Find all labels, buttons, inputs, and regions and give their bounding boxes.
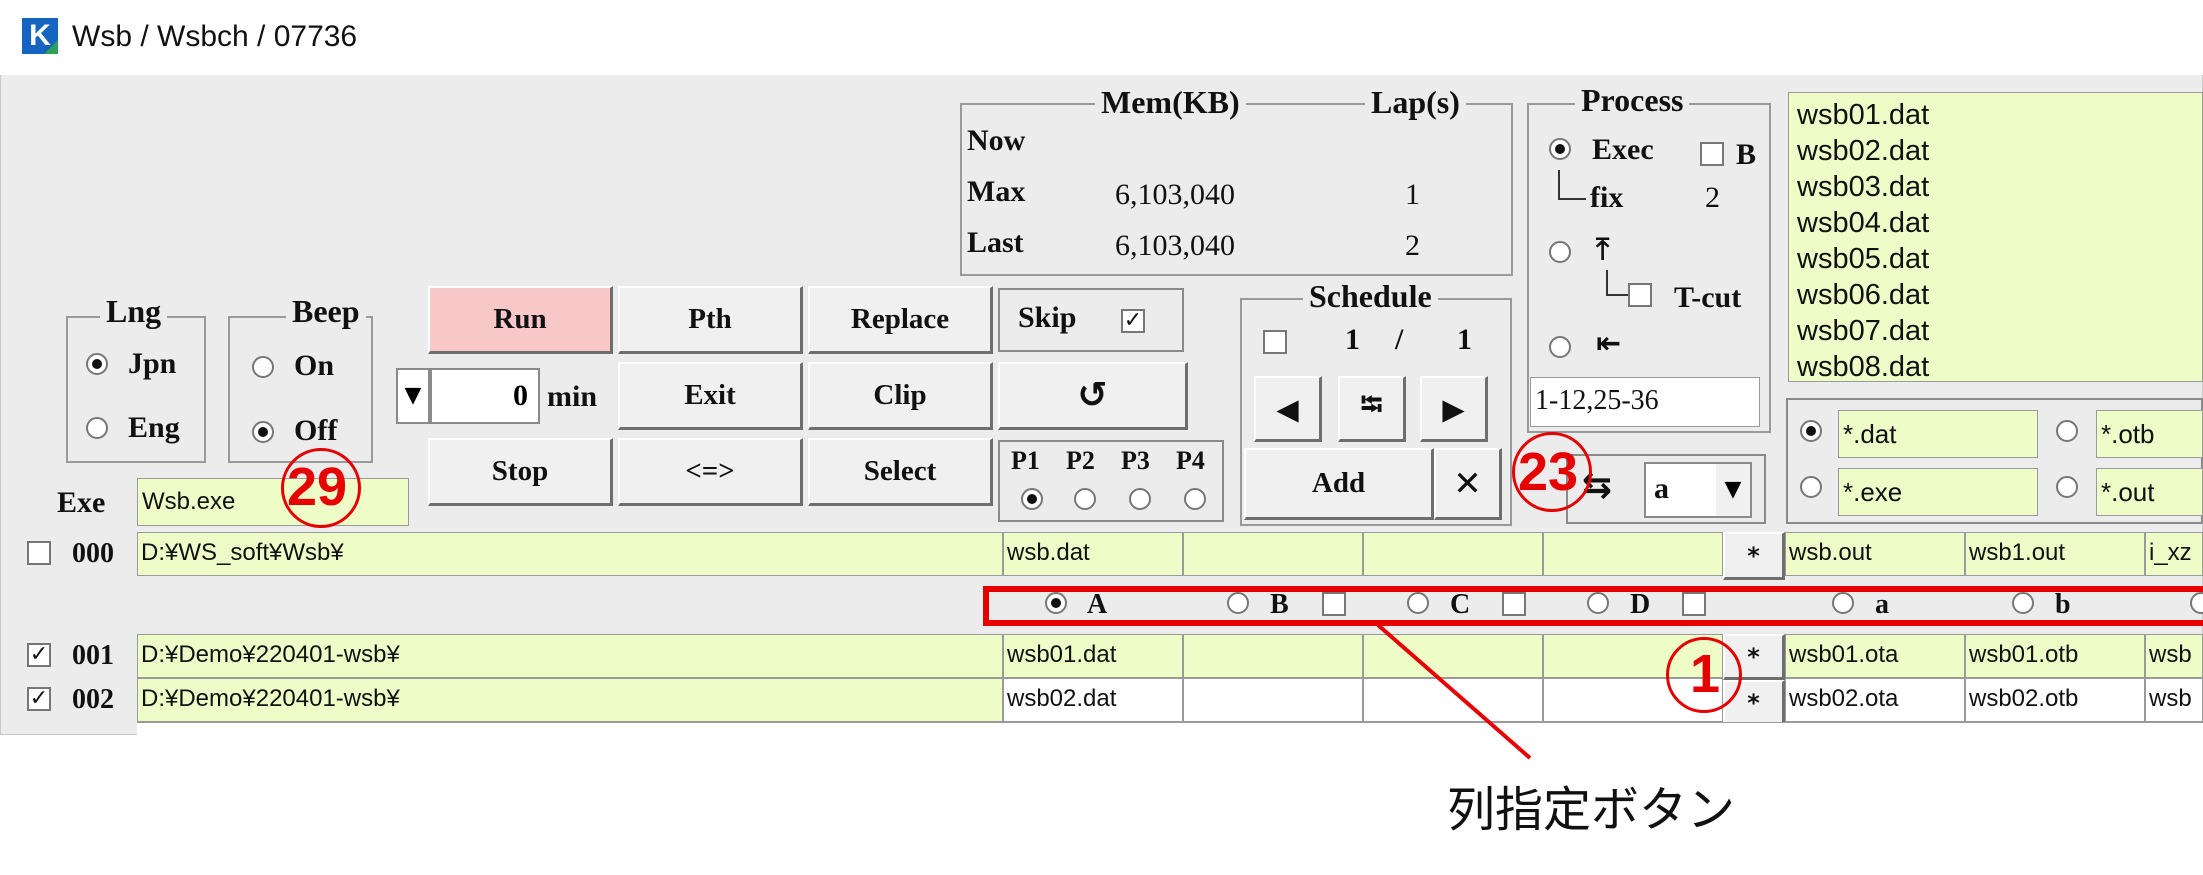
annotation-caption: 列指定ボタン	[1447, 782, 1736, 838]
annotation-pointer-line	[1376, 623, 1532, 760]
